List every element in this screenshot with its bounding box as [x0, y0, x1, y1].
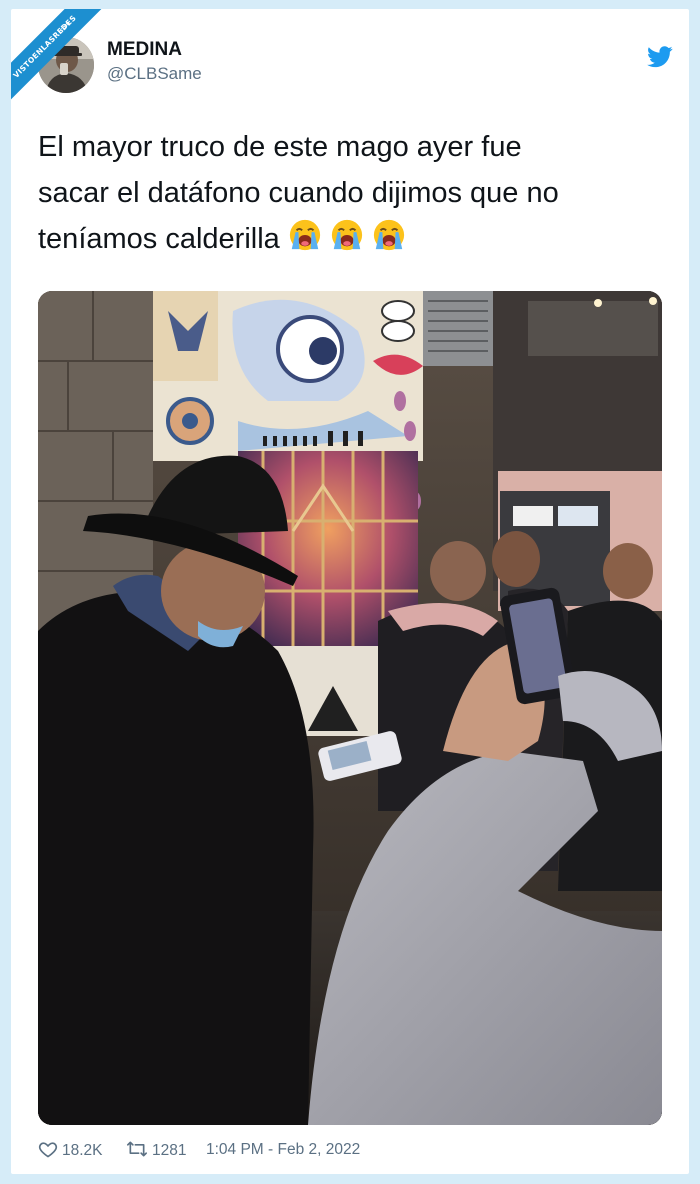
emoji-group — [288, 219, 414, 255]
retweet-count-value: 1281 — [152, 1142, 187, 1159]
loudly-crying-face-emoji — [373, 219, 404, 251]
author-handle[interactable]: @CLBSame — [107, 64, 202, 84]
author-name[interactable]: MEDINA — [107, 39, 182, 61]
tweet-line: sacar el datáfono cuando dijimos que no — [38, 177, 559, 209]
like-count[interactable]: 18.2K — [38, 1139, 103, 1162]
retweet-icon — [127, 1141, 148, 1157]
watermark-suffix: .com — [57, 20, 72, 35]
tweet-line: teníamos calderilla — [38, 216, 658, 262]
tweet-card: VISTOENLASREDES .com MEDINA @CLBSame El … — [11, 9, 689, 1174]
user-avatar-photo — [38, 37, 94, 93]
retweet-count[interactable]: 1281 — [126, 1139, 186, 1162]
loudly-crying-face-emoji — [289, 219, 320, 251]
tweet-line-text: teníamos calderilla — [38, 223, 280, 255]
loudly-crying-face-emoji — [331, 219, 362, 251]
like-count-value: 18.2K — [62, 1142, 103, 1159]
heart-icon — [38, 1142, 58, 1158]
tweet-line: El mayor truco de este mago ayer fue — [38, 131, 522, 163]
tweet-footer: 18.2K 1281 1:04 PM - Feb 2, 2022 — [38, 1139, 678, 1161]
tweet-header: MEDINA @CLBSame — [38, 37, 678, 97]
tweet-photo-image — [38, 291, 662, 1125]
tweet-photo[interactable] — [38, 291, 662, 1125]
tweet-timestamp[interactable]: 1:04 PM - Feb 2, 2022 — [206, 1139, 360, 1161]
page: VISTOENLASREDES .com MEDINA @CLBSame El … — [0, 0, 700, 1184]
twitter-bird-icon[interactable] — [647, 46, 673, 68]
tweet-text: El mayor truco de este mago ayer fue sac… — [38, 124, 658, 262]
avatar[interactable] — [38, 37, 94, 93]
